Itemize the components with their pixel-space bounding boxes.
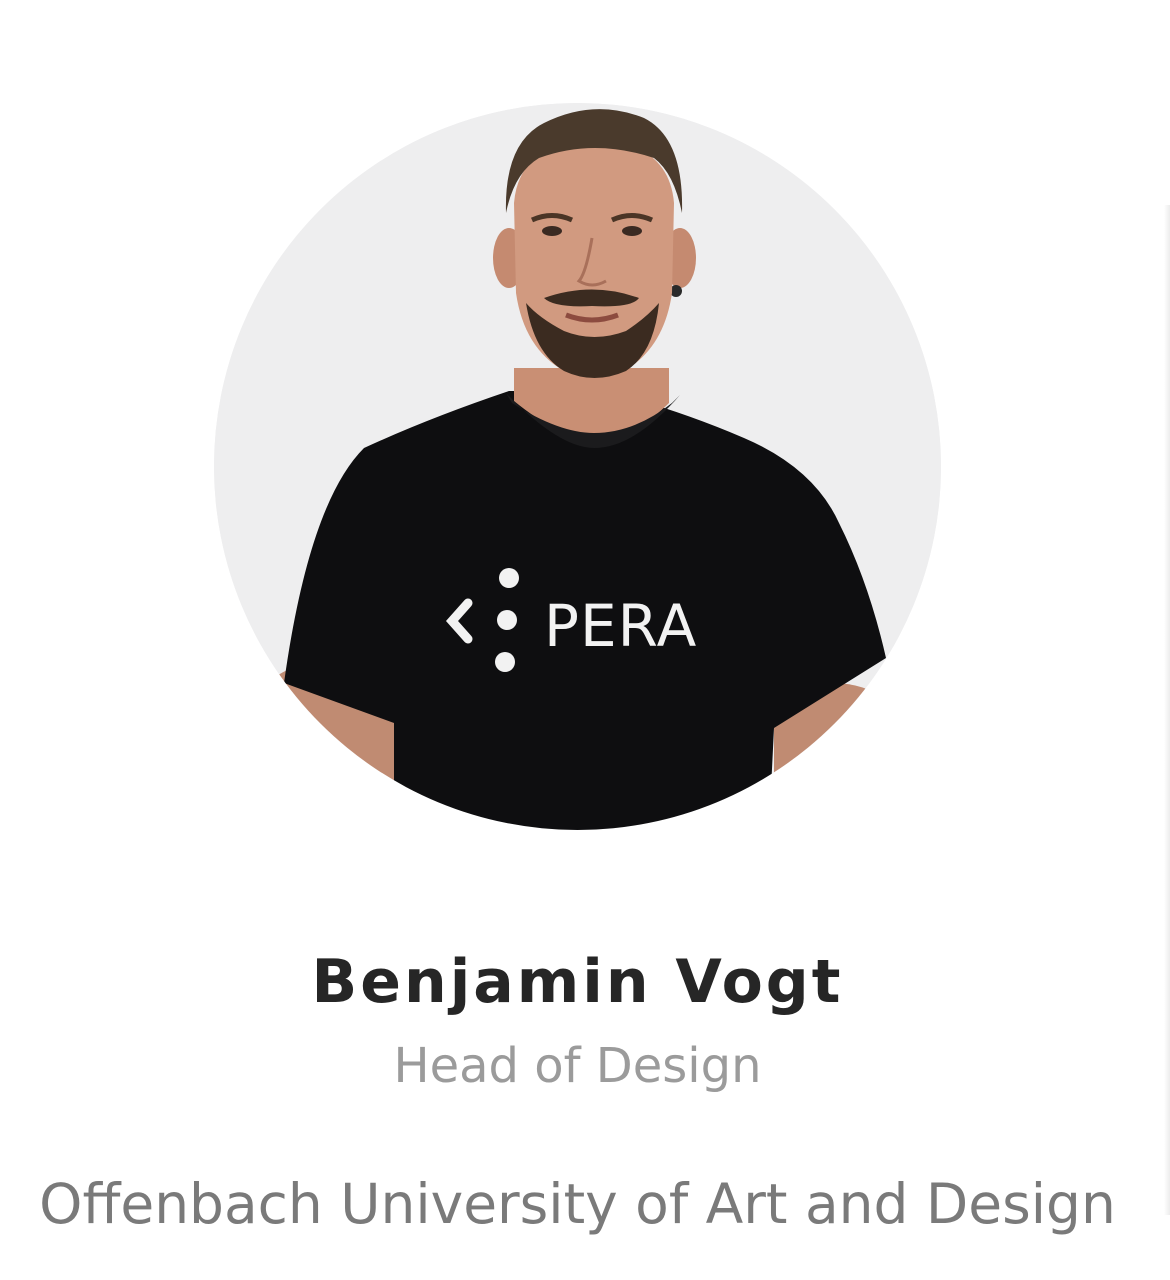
scroll-edge-shadow	[1164, 205, 1170, 1215]
profile-name: Benjamin Vogt	[311, 947, 844, 1017]
avatar-photo: PERA	[214, 103, 941, 830]
avatar: PERA	[214, 103, 941, 830]
profile-role: Head of Design	[393, 1038, 762, 1094]
shirt-text: PERA	[544, 592, 697, 660]
profile-card: PERA Benjamin Vogt Head of Design Offenb…	[0, 0, 1170, 1280]
profile-organization: Offenbach University of Art and Design	[39, 1172, 1116, 1236]
